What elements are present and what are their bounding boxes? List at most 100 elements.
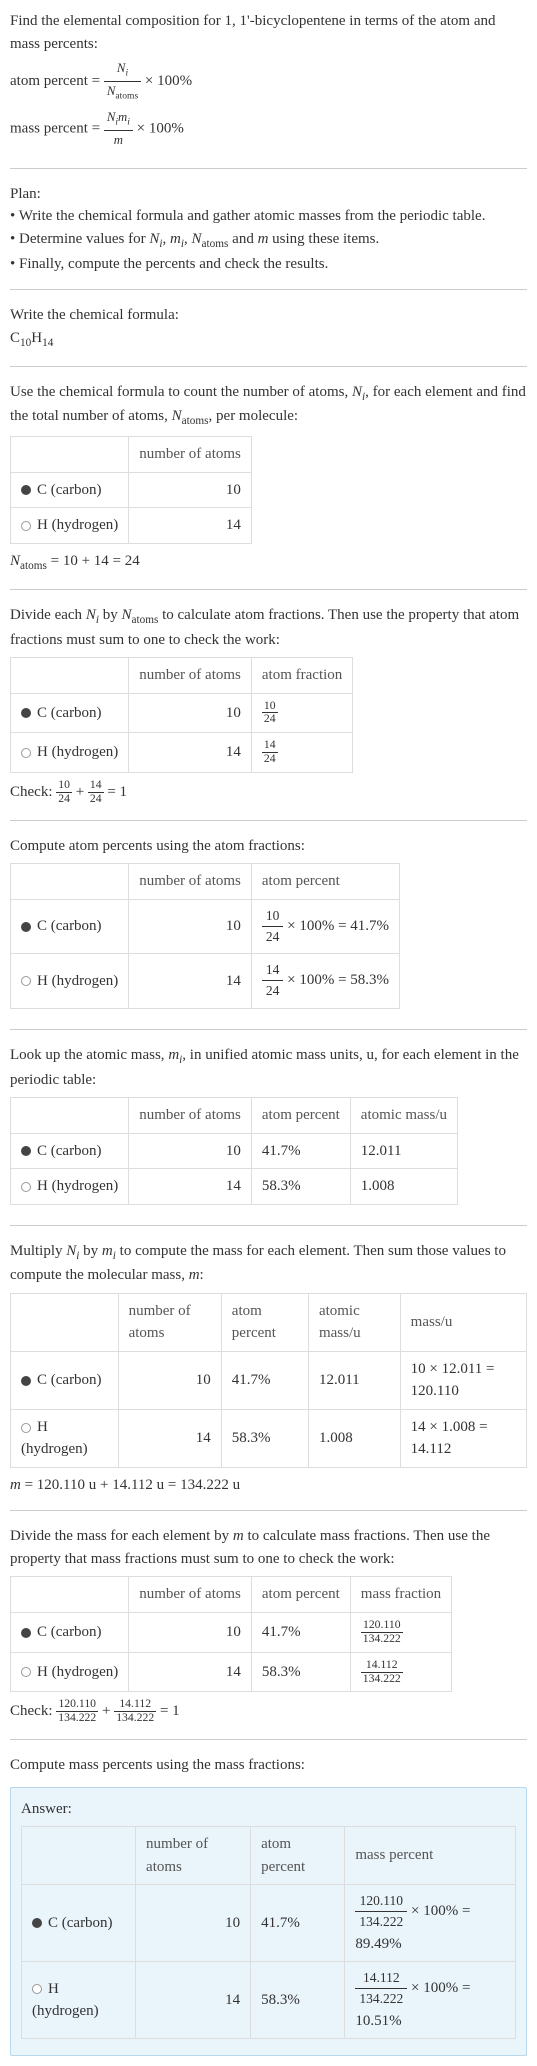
table-header-row: number of atoms atom percent mass fracti…	[11, 1577, 452, 1613]
mass-percent-fraction: Nimi m	[104, 108, 133, 150]
count-atoms-table: number of atoms C (carbon) 10 H (hydroge…	[10, 436, 252, 544]
table-row: H (hydrogen) 14	[11, 508, 252, 544]
table-row: H (hydrogen) 14 58.3% 14.112134.222 × 10…	[22, 1962, 516, 2039]
carbon-dot-icon	[21, 922, 31, 932]
table-row: C (carbon) 10 1024 × 100% = 41.7%	[11, 899, 400, 954]
atom-percent-formula: atom percent = Ni Natoms × 100%	[10, 59, 527, 104]
atom-count: 14	[129, 508, 252, 544]
mass-percent-cell: 14.112134.222 × 100% = 10.51%	[345, 1962, 516, 2039]
mass-fraction-section: Divide the mass for each element by m to…	[10, 1525, 527, 1740]
atomic-mass-text: Look up the atomic mass, mi, in unified …	[10, 1044, 527, 1091]
table-row: H (hydrogen) 14 1424	[11, 733, 353, 773]
table-row: H (hydrogen) 14 58.3% 14.112134.222	[11, 1652, 452, 1692]
carbon-dot-icon	[21, 1628, 31, 1638]
table-row: C (carbon) 10 41.7% 120.110134.222	[11, 1612, 452, 1652]
mass-percent-section: Compute mass percents using the mass fra…	[10, 1754, 527, 1777]
mass-fraction-text: Divide the mass for each element by m to…	[10, 1525, 527, 1570]
chemical-formula-label: Write the chemical formula:	[10, 304, 527, 327]
mass-fraction-check: Check: 120.110134.222 + 14.112134.222 = …	[10, 1698, 527, 1725]
element-label: H (hydrogen)	[11, 954, 129, 1009]
count-atoms-section: Use the chemical formula to count the nu…	[10, 381, 527, 590]
hydrogen-dot-icon	[21, 1182, 31, 1192]
atom-percent-fraction: Ni Natoms	[104, 59, 141, 104]
intro-section: Find the elemental composition for 1, 1'…	[10, 10, 527, 169]
molecular-mass-table: number of atoms atom percent atomic mass…	[10, 1293, 527, 1468]
atom-percent-text: Compute atom percents using the atom fra…	[10, 835, 527, 858]
mass-percent-text: Compute mass percents using the mass fra…	[10, 1754, 527, 1777]
mass-fraction-table: number of atoms atom percent mass fracti…	[10, 1576, 452, 1692]
atom-fraction-check: Check: 1024 + 1424 = 1	[10, 779, 527, 806]
table-header-row: number of atoms	[11, 437, 252, 473]
table-row: C (carbon) 10 41.7% 12.011 10 × 12.011 =…	[11, 1351, 527, 1409]
hydrogen-dot-icon	[21, 521, 31, 531]
header-number-of-atoms: number of atoms	[129, 864, 252, 900]
times-100-b: × 100%	[137, 120, 184, 136]
molecular-mass-equation: m = 120.110 u + 14.112 u = 134.222 u	[10, 1474, 527, 1497]
carbon-dot-icon	[21, 485, 31, 495]
plan-bullet-3: • Finally, compute the percents and chec…	[10, 253, 527, 276]
times-100-a: × 100%	[145, 73, 192, 89]
header-atom-percent: atom percent	[251, 864, 399, 900]
element-label: C (carbon)	[11, 472, 129, 508]
atom-fraction-section: Divide each Ni by Natoms to calculate at…	[10, 604, 527, 821]
carbon-dot-icon	[21, 1376, 31, 1386]
table-row: H (hydrogen) 14 1424 × 100% = 58.3%	[11, 954, 400, 1009]
hydrogen-dot-icon	[21, 1423, 31, 1433]
fraction-cell: 1424	[251, 733, 352, 773]
fraction-cell: 14.112134.222	[350, 1652, 451, 1692]
table-row: C (carbon) 10	[11, 472, 252, 508]
fraction-cell: 1024	[251, 693, 352, 733]
percent-cell: 1424 × 100% = 58.3%	[251, 954, 399, 1009]
carbon-dot-icon	[21, 1146, 31, 1156]
chemical-formula-section: Write the chemical formula: C10H14	[10, 304, 527, 366]
table-row: C (carbon) 10 41.7% 12.011	[11, 1133, 458, 1169]
table-row: H (hydrogen) 14 58.3% 1.008	[11, 1169, 458, 1205]
answer-label: Answer:	[21, 1798, 516, 1821]
atom-fraction-table: number of atoms atom fraction C (carbon)…	[10, 657, 353, 773]
natoms-equation: Natoms = 10 + 14 = 24	[10, 550, 527, 575]
atom-percent-table: number of atoms atom percent C (carbon) …	[10, 863, 400, 1009]
molecular-mass-text: Multiply Ni by mi to compute the mass fo…	[10, 1240, 527, 1287]
mass-percent-cell: 120.110134.222 × 100% = 89.49%	[345, 1885, 516, 1962]
answer-table: number of atoms atom percent mass percen…	[21, 1826, 516, 2039]
plan-section: Plan: • Write the chemical formula and g…	[10, 183, 527, 290]
table-header-row: number of atoms atom percent mass percen…	[22, 1827, 516, 1885]
hydrogen-dot-icon	[21, 976, 31, 986]
element-label: C (carbon)	[11, 693, 129, 733]
hydrogen-dot-icon	[21, 1667, 31, 1677]
hydrogen-dot-icon	[21, 748, 31, 758]
element-label: C (carbon)	[11, 899, 129, 954]
atom-percent-label: atom percent =	[10, 73, 104, 89]
header-atom-fraction: atom fraction	[251, 658, 352, 694]
element-label: H (hydrogen)	[11, 733, 129, 773]
atom-fraction-text: Divide each Ni by Natoms to calculate at…	[10, 604, 527, 651]
answer-box: Answer: number of atoms atom percent mas…	[10, 1787, 527, 2057]
atom-count: 10	[129, 472, 252, 508]
atom-percent-section: Compute atom percents using the atom fra…	[10, 835, 527, 1030]
header-number-of-atoms: number of atoms	[129, 437, 252, 473]
chemical-formula-value: C10H14	[10, 327, 527, 352]
element-label: H (hydrogen)	[11, 508, 129, 544]
percent-cell: 1024 × 100% = 41.7%	[251, 899, 399, 954]
carbon-dot-icon	[32, 1918, 42, 1928]
molecular-mass-section: Multiply Ni by mi to compute the mass fo…	[10, 1240, 527, 1512]
table-row: C (carbon) 10 41.7% 120.110134.222 × 100…	[22, 1885, 516, 1962]
table-header-row: number of atoms atom fraction	[11, 658, 353, 694]
mass-percent-label: mass percent =	[10, 120, 104, 136]
table-header-row: number of atoms atom percent atomic mass…	[11, 1098, 458, 1134]
carbon-dot-icon	[21, 708, 31, 718]
plan-bullet-1: • Write the chemical formula and gather …	[10, 205, 527, 228]
hydrogen-dot-icon	[32, 1984, 42, 1994]
table-header-row: number of atoms atom percent	[11, 864, 400, 900]
plan-bullet-2: • Determine values for Ni, mi, Natoms an…	[10, 228, 527, 253]
header-number-of-atoms: number of atoms	[129, 658, 252, 694]
atomic-mass-section: Look up the atomic mass, mi, in unified …	[10, 1044, 527, 1226]
fraction-cell: 120.110134.222	[350, 1612, 451, 1652]
table-row: C (carbon) 10 1024	[11, 693, 353, 733]
table-row: H (hydrogen) 14 58.3% 1.008 14 × 1.008 =…	[11, 1409, 527, 1467]
mass-percent-formula: mass percent = Nimi m × 100%	[10, 108, 527, 150]
atomic-mass-table: number of atoms atom percent atomic mass…	[10, 1097, 458, 1205]
intro-text: Find the elemental composition for 1, 1'…	[10, 10, 527, 55]
plan-header: Plan:	[10, 183, 527, 206]
table-header-row: number of atoms atom percent atomic mass…	[11, 1293, 527, 1351]
